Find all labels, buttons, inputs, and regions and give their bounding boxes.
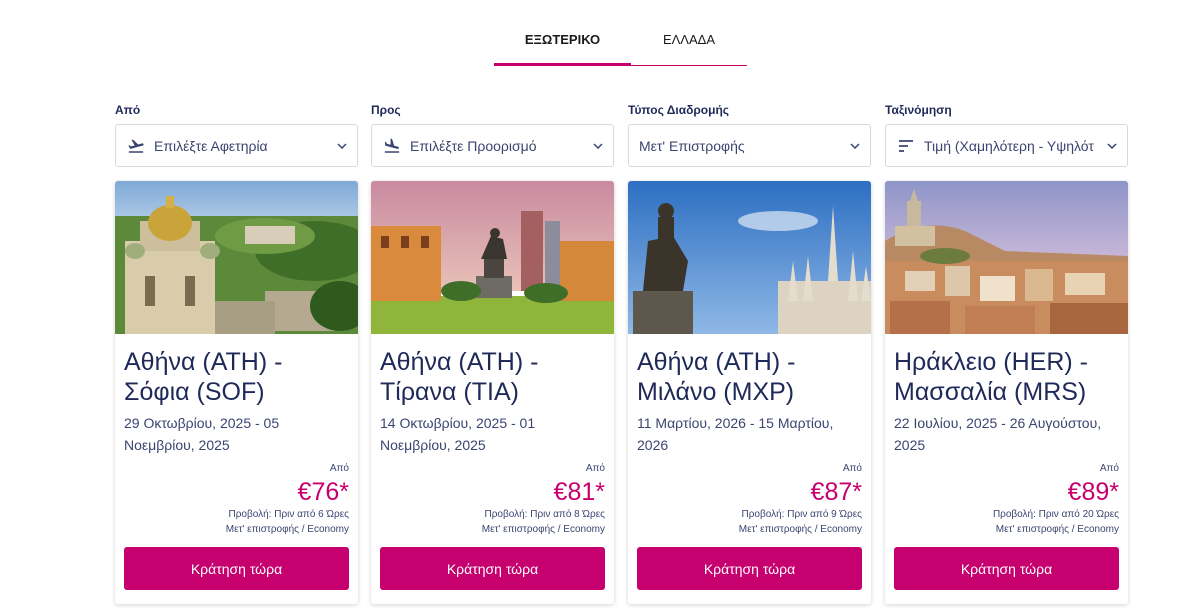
view-note: Προβολή: Πριν από 9 Ώρες <box>741 509 862 520</box>
fare-note: Μετ' επιστροφής / Economy <box>481 524 605 535</box>
card-title: Ηράκλειο (HER) - Μασσαλία (MRS) <box>894 348 1088 406</box>
card-title: Αθήνα (ATH) - Μιλάνο (MXP) <box>637 348 796 406</box>
filter-origin-label: Από <box>115 103 141 117</box>
view-note: Προβολή: Πριν από 20 Ώρες <box>992 509 1119 520</box>
card-price: €76* <box>297 478 349 506</box>
card-title: Αθήνα (ATH) - Τίρανα (TIA) <box>380 348 539 406</box>
filter-trip-type: Τύπος Διαδρομής Μετ' Επιστροφής <box>628 102 871 167</box>
book-now-button[interactable]: Κράτηση τώρα <box>124 547 349 590</box>
card-dates: 22 Ιουλίου, 2025 - 26 Αυγούστου, 2025 <box>894 415 1102 453</box>
milan-duomo-photo <box>628 181 871 334</box>
offer-card: Αθήνα (ATH) - Τίρανα (TIA) 14 Οκτωβρίου,… <box>371 181 614 604</box>
destination-tabs: ΕΞΩΤΕΡΙΚΟ ΕΛΛΑΔΑ <box>494 22 747 66</box>
origin-select[interactable]: Επιλέξτε Αφετηρία <box>115 124 358 167</box>
sort-icon <box>896 136 916 156</box>
filter-trip-type-label: Τύπος Διαδρομής <box>628 103 730 117</box>
card-price: €89* <box>1067 478 1119 506</box>
origin-select-value: Επιλέξτε Αφετηρία <box>154 137 268 154</box>
chevron-down-icon <box>1103 142 1117 149</box>
trip-type-select[interactable]: Μετ' Επιστροφής <box>628 124 871 167</box>
filter-origin: Από Επιλέξτε Αφετηρία <box>115 102 358 167</box>
price-from-label: Από <box>842 463 862 474</box>
book-now-button[interactable]: Κράτηση τώρα <box>637 547 862 590</box>
plane-landing-icon <box>382 136 402 156</box>
view-note: Προβολή: Πριν από 8 Ώρες <box>484 509 605 520</box>
active-tab-indicator <box>494 63 631 66</box>
price-from-label: Από <box>1099 463 1119 474</box>
fare-note: Μετ' επιστροφής / Economy <box>995 524 1119 535</box>
card-dates: 29 Οκτωβρίου, 2025 - 05 Νοεμβρίου, 2025 <box>124 415 280 453</box>
card-title: Αθήνα (ATH) - Σόφια (SOF) <box>124 348 283 406</box>
card-dates: 14 Οκτωβρίου, 2025 - 01 Νοεμβρίου, 2025 <box>380 415 536 453</box>
fare-note: Μετ' επιστροφής / Economy <box>225 524 349 535</box>
trip-type-select-value: Μετ' Επιστροφής <box>639 137 745 154</box>
book-now-button[interactable]: Κράτηση τώρα <box>894 547 1119 590</box>
sort-select[interactable]: Τιμή (Χαμηλότερη - Υψηλότ <box>885 124 1128 167</box>
sort-select-value: Τιμή (Χαμηλότερη - Υψηλότ <box>924 137 1094 154</box>
price-from-label: Από <box>329 463 349 474</box>
card-dates: 11 Μαρτίου, 2026 - 15 Μαρτίου, 2026 <box>637 415 834 453</box>
offer-card: Αθήνα (ATH) - Μιλάνο (MXP) 11 Μαρτίου, 2… <box>628 181 871 604</box>
tab-abroad[interactable]: ΕΞΩΤΕΡΙΚΟ <box>494 22 631 66</box>
destination-select[interactable]: Επιλέξτε Προορισμό <box>371 124 614 167</box>
view-note: Προβολή: Πριν από 6 Ώρες <box>228 509 349 520</box>
plane-takeoff-icon <box>126 136 146 156</box>
sofia-cathedral-photo <box>115 181 358 334</box>
filter-sort-label: Ταξινόμηση <box>885 103 952 117</box>
card-price: €81* <box>553 478 605 506</box>
tirana-statue-photo <box>371 181 614 334</box>
fare-note: Μετ' επιστροφής / Economy <box>738 524 862 535</box>
tab-greece[interactable]: ΕΛΛΑΔΑ <box>631 22 747 66</box>
card-price: €87* <box>810 478 862 506</box>
filter-destination-label: Προς <box>371 103 401 117</box>
filter-destination: Προς Επιλέξτε Προορισμό <box>371 102 614 167</box>
price-from-label: Από <box>585 463 605 474</box>
destination-select-value: Επιλέξτε Προορισμό <box>410 137 537 154</box>
offer-card: Ηράκλειο (HER) - Μασσαλία (MRS) 22 Ιουλί… <box>885 181 1128 604</box>
chevron-down-icon <box>846 142 860 149</box>
chevron-down-icon <box>589 142 603 149</box>
chevron-down-icon <box>333 142 347 149</box>
marseille-city-photo <box>885 181 1128 334</box>
offer-card: Αθήνα (ATH) - Σόφια (SOF) 29 Οκτωβρίου, … <box>115 181 358 604</box>
filter-sort: Ταξινόμηση Τιμή (Χαμηλότερη - Υψηλότ <box>885 102 1128 167</box>
book-now-button[interactable]: Κράτηση τώρα <box>380 547 605 590</box>
